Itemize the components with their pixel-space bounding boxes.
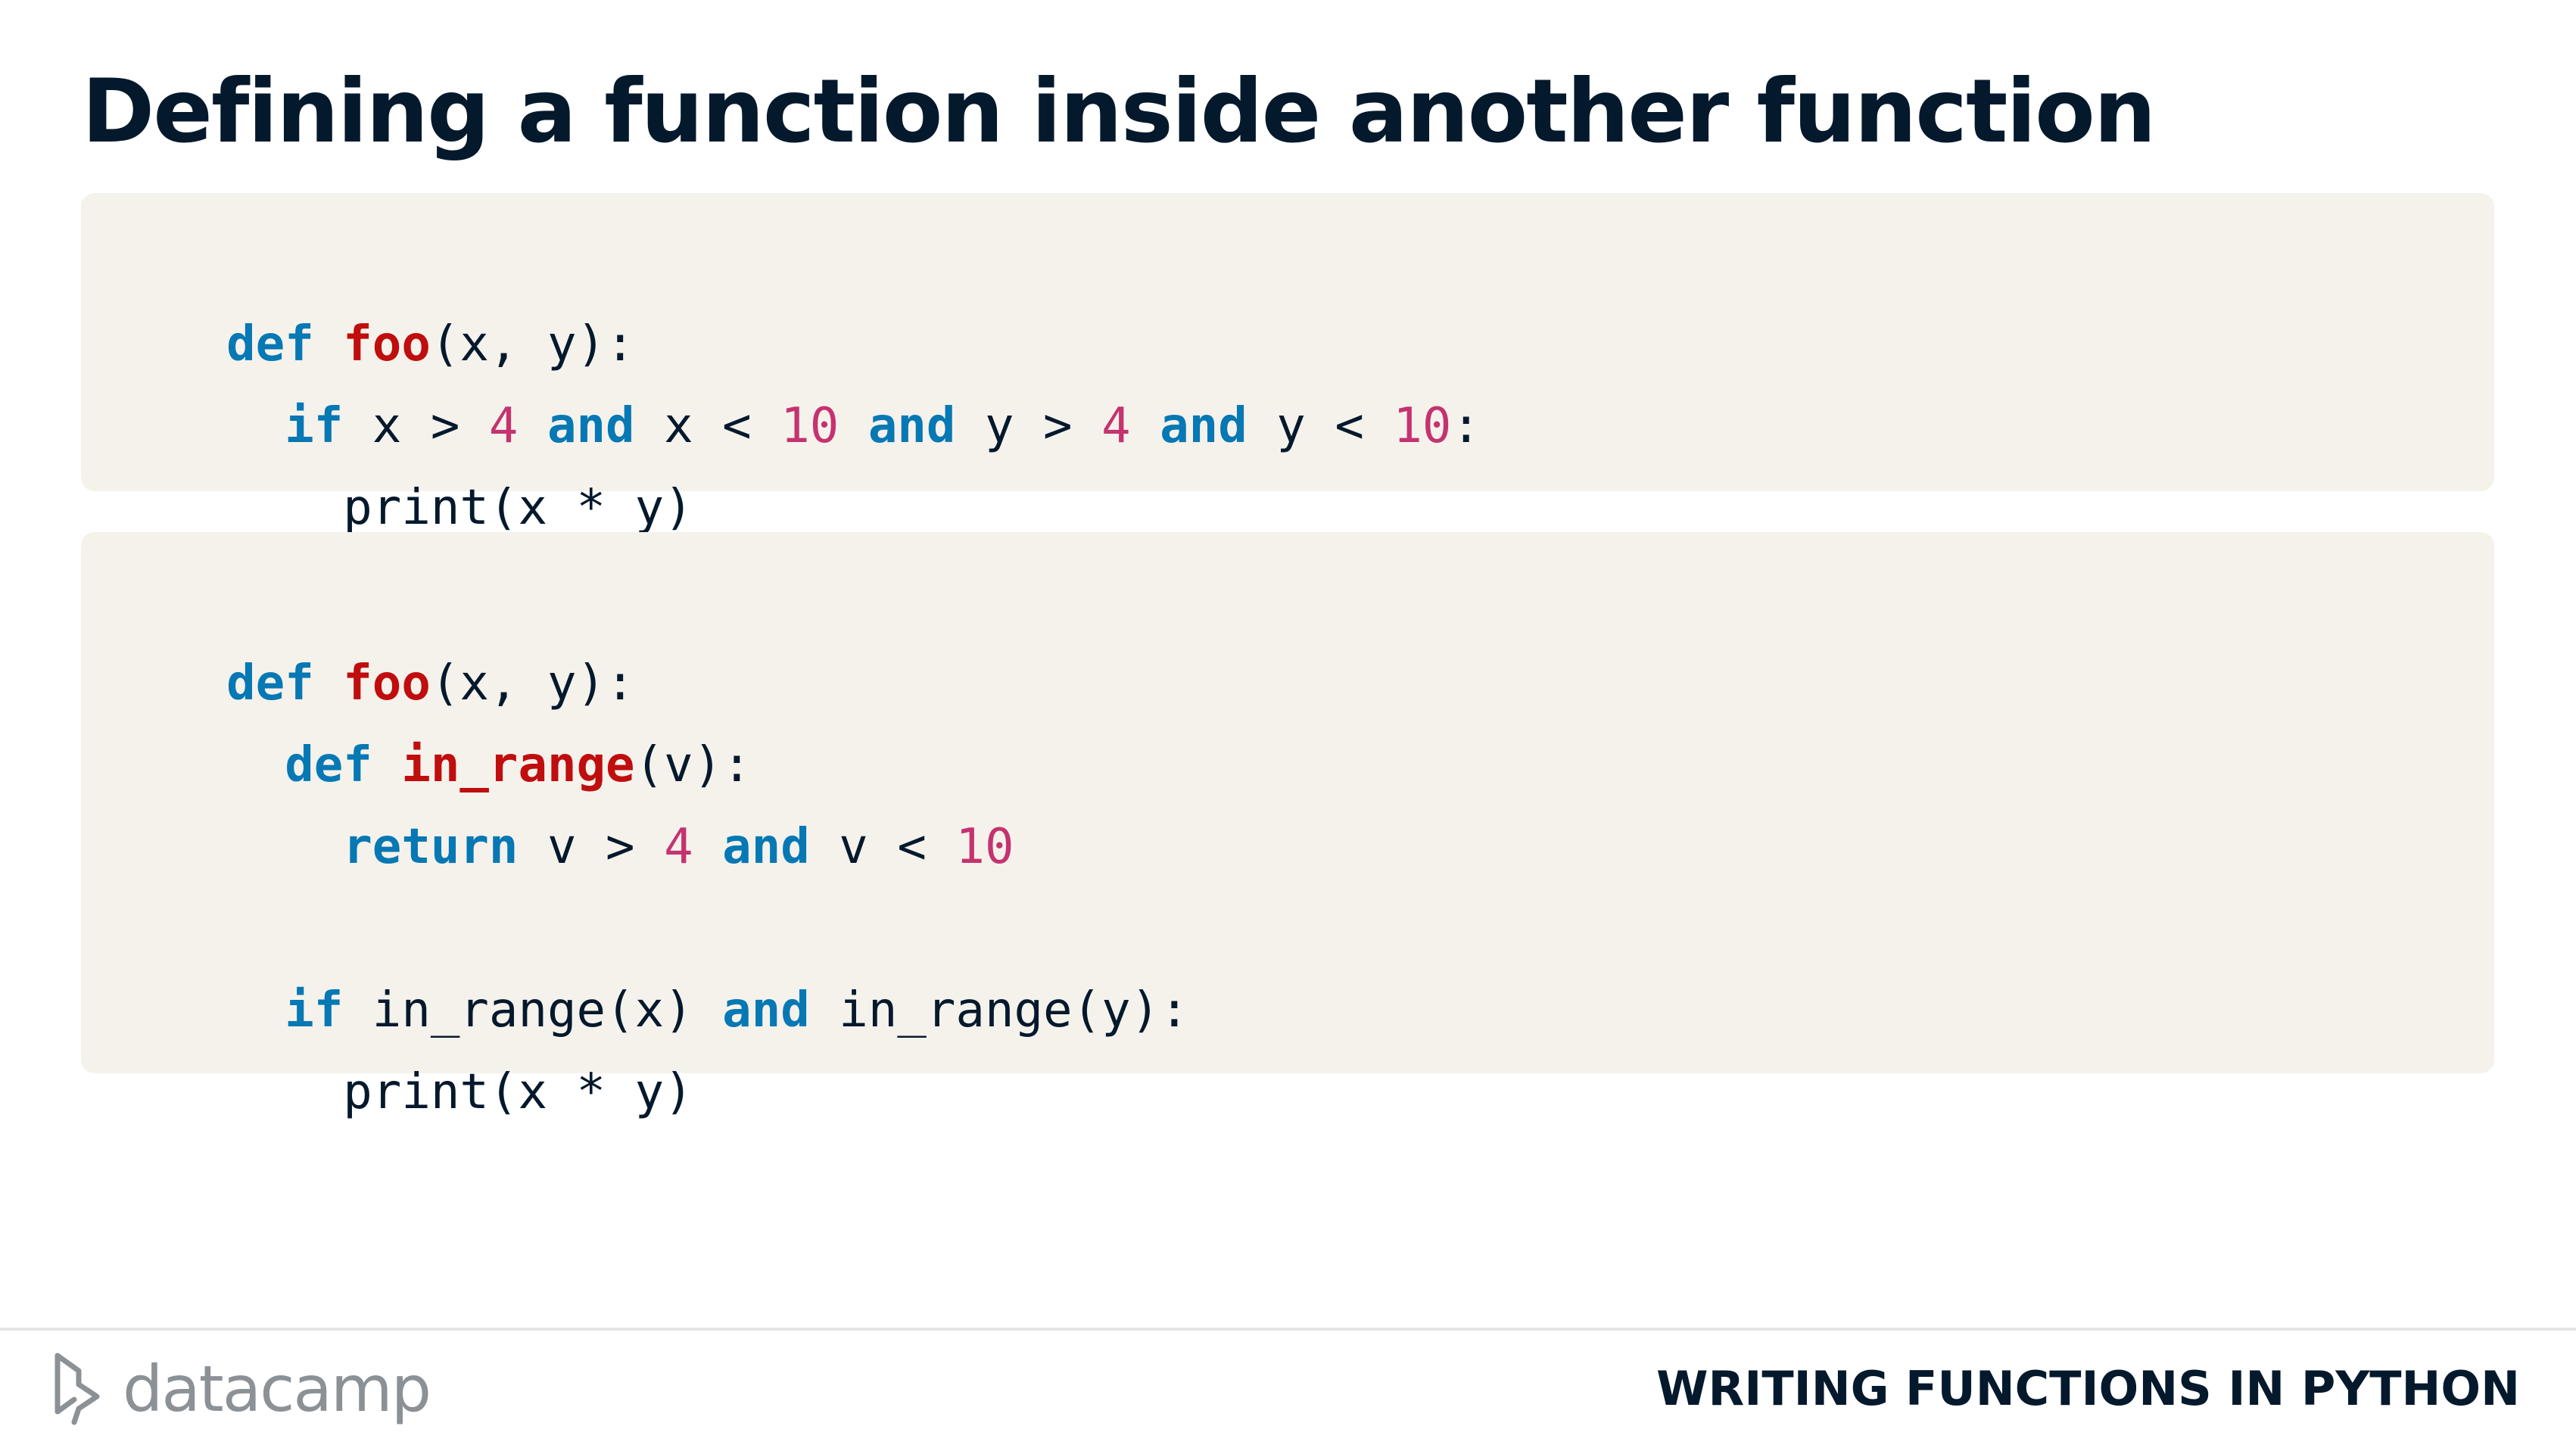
code-number: 4	[1101, 398, 1131, 454]
code-number: 4	[664, 819, 693, 875]
code-number: 10	[1393, 398, 1452, 454]
code-text: y <	[1247, 398, 1394, 454]
code-line: if in_range(x) and in_range(y):	[110, 897, 1188, 1038]
code-block-nested-function: def foo(x, y): def in_range(v): return v…	[81, 532, 2494, 1120]
code-text: print(x * y)	[226, 480, 693, 536]
code-text: v >	[518, 819, 665, 875]
logo-wordmark: datacamp	[123, 1352, 431, 1426]
code-keyword: and	[1160, 398, 1248, 454]
code-text: v <	[809, 819, 956, 875]
code-text: y >	[955, 398, 1102, 454]
course-title: WRITING FUNCTIONS IN PYTHON	[1656, 1361, 2520, 1416]
code-text: in_range(y):	[809, 982, 1189, 1038]
code-block-conditional: def foo(x, y): if x > 4 and x < 10 and y…	[81, 193, 2494, 536]
code-keyword: and	[867, 398, 956, 454]
datacamp-logo-icon	[55, 1353, 100, 1425]
code-line: def in_range(v):	[110, 652, 752, 793]
datacamp-logo: datacamp	[51, 1347, 431, 1431]
slide-title: Defining a function inside another funct…	[82, 61, 2156, 163]
code-line: if x > 4 and x < 10 and y > 4 and y < 10…	[110, 313, 1481, 454]
code-text: :	[1451, 398, 1481, 454]
code-line: print(x * y)	[110, 979, 693, 1120]
code-number: 10	[780, 398, 839, 454]
code-line: return v > 4 and v < 10	[110, 733, 1014, 875]
code-keyword: and	[722, 982, 810, 1038]
code-text: print(x * y)	[226, 1064, 693, 1120]
code-line: def foo(x, y):	[110, 231, 634, 372]
code-keyword: and	[722, 819, 810, 875]
code-line: def foo(x, y):	[110, 570, 634, 711]
code-number: 10	[955, 819, 1014, 875]
code-line: print(x * y)	[110, 394, 693, 536]
footer-divider	[0, 1328, 2576, 1331]
code-keyword: return	[343, 819, 519, 875]
